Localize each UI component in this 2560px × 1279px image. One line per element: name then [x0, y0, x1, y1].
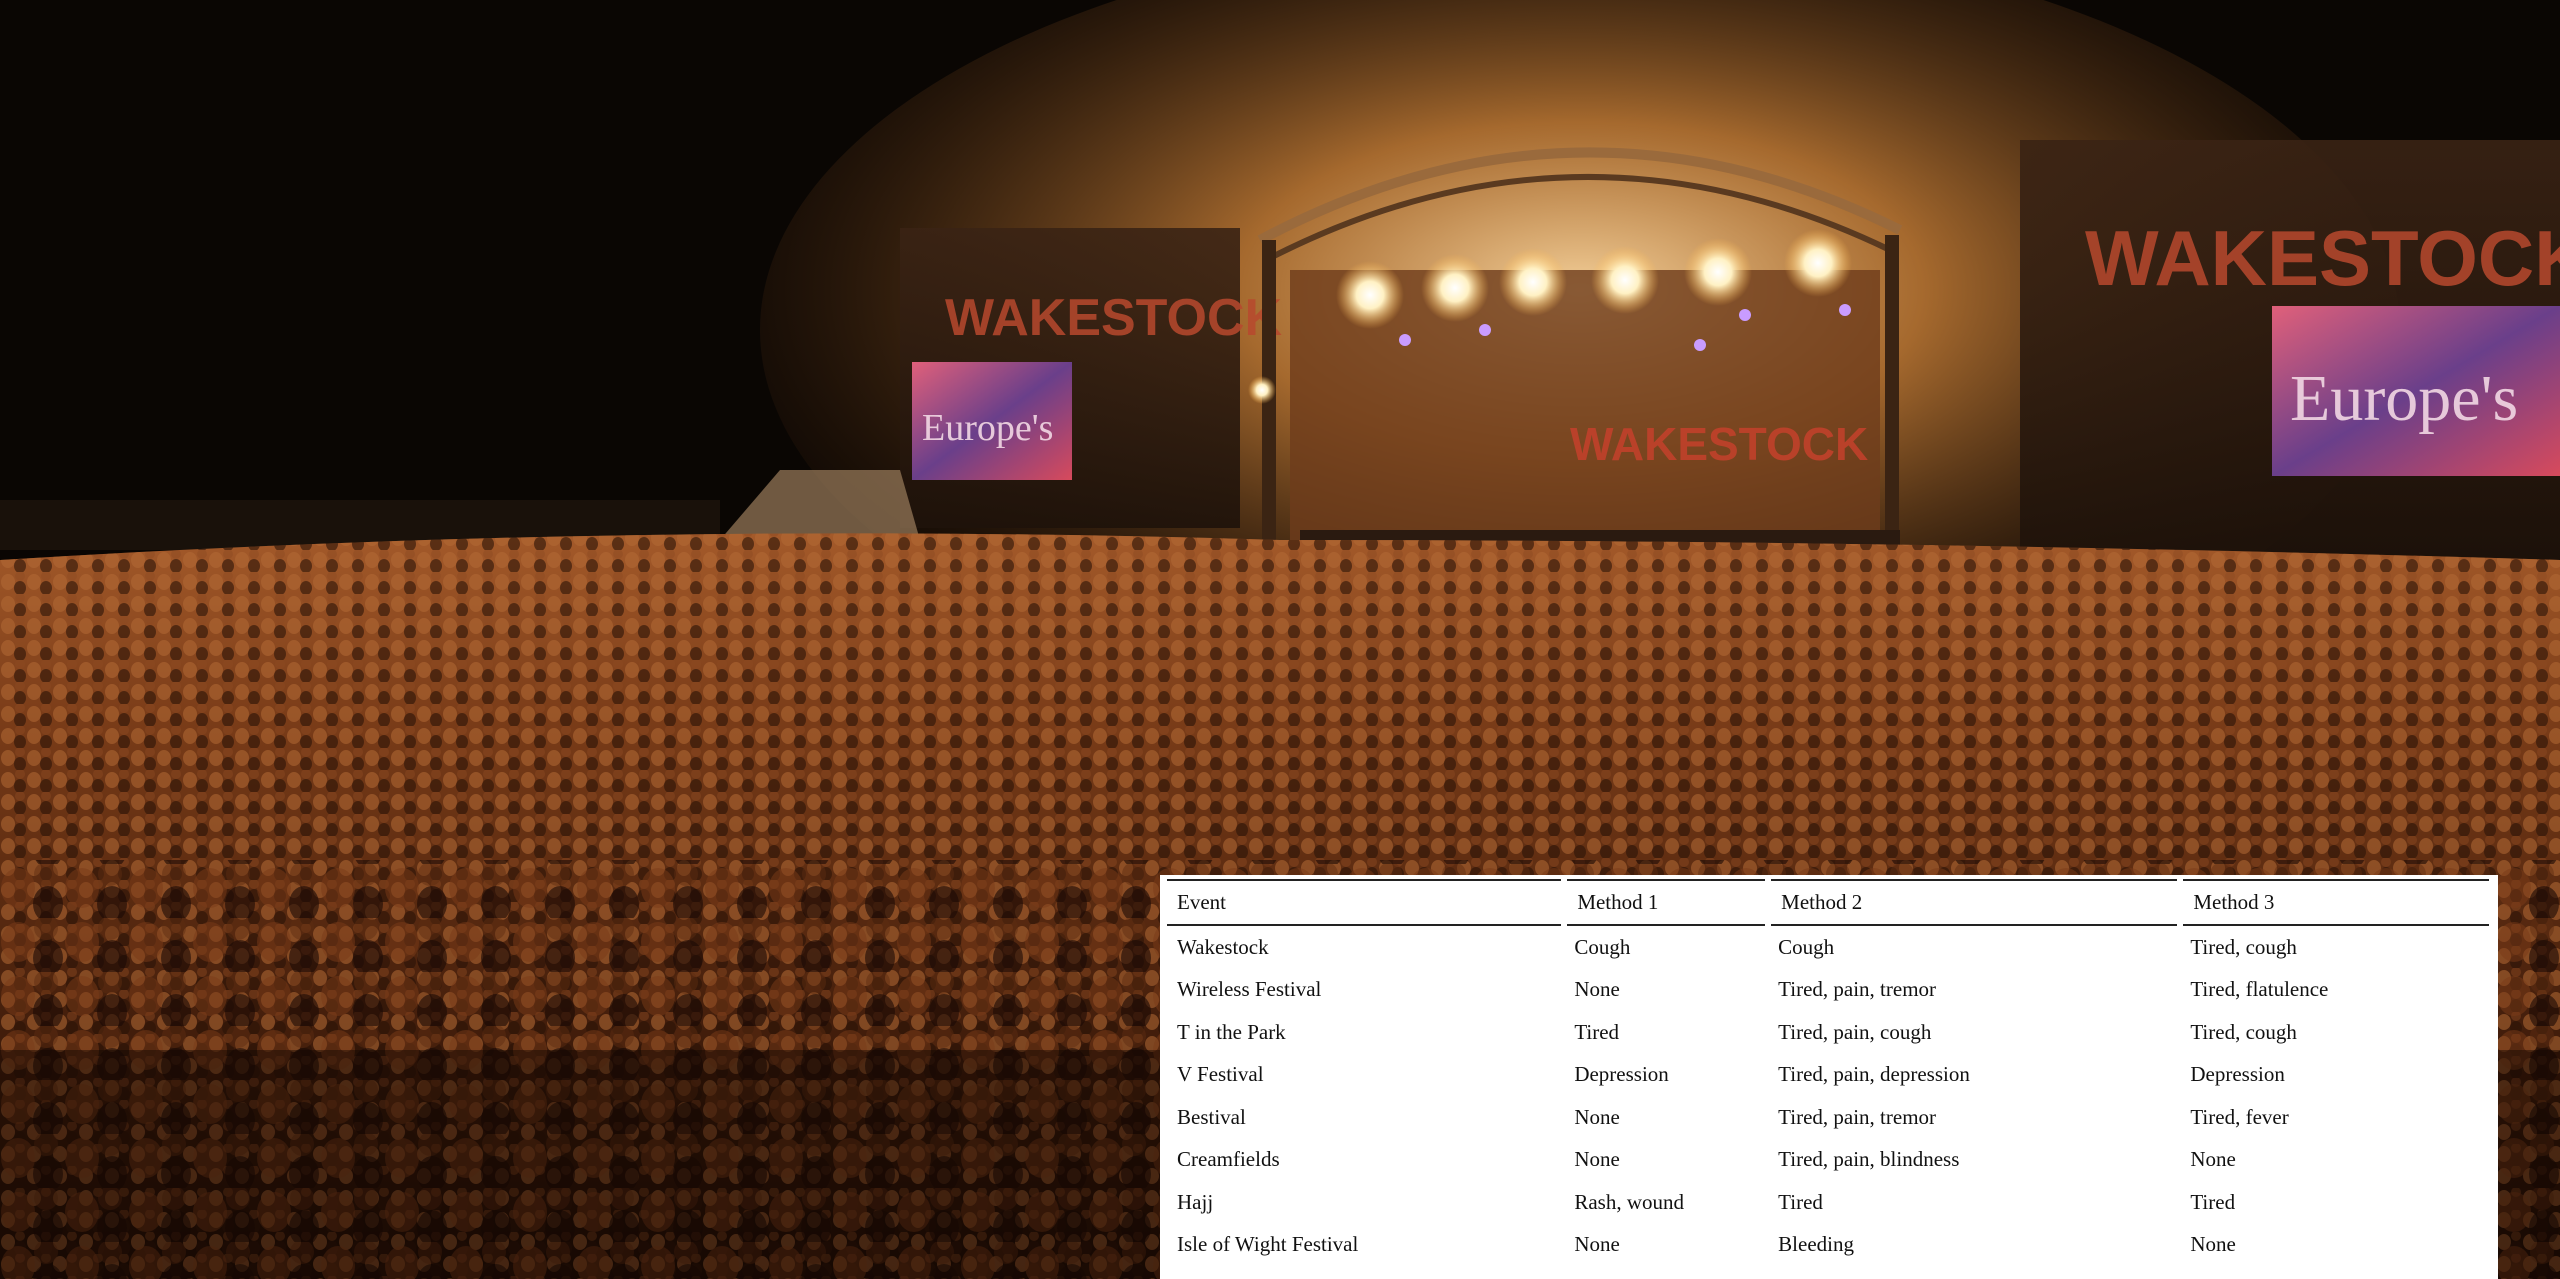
table-header-row: Event Method 1 Method 2 Method 3 — [1167, 879, 2489, 926]
table-row: V Festival Depression Tired, pain, depre… — [1167, 1054, 2489, 1097]
cell-event: Download Festival — [1167, 1266, 1564, 1279]
cell-event: Wakestock — [1177, 934, 1269, 959]
left-banner-text: WAKESTOCK — [945, 289, 1283, 347]
column-header-method-2: Method 2 — [1765, 879, 2181, 926]
table-row: Bestival None Tired, pain, tremor Tired,… — [1167, 1096, 2489, 1139]
table-row: Creamfields None Tired, pain, blindness … — [1167, 1139, 2489, 1182]
cell-method-3: Tired, cough — [2190, 934, 2297, 959]
table-row: Wakestock Cough Cough Tired, cough — [1167, 925, 2489, 969]
cell-event: Wireless Festival — [1177, 977, 1322, 1002]
cell-method-2: Bleeding — [1778, 1232, 1854, 1257]
cell-method-1: Depression — [1574, 1062, 1669, 1087]
cell-method-3: None — [2190, 1232, 2236, 1257]
cell-method-2: Tired, pain, cough — [1778, 1019, 1932, 1044]
cell-method-1: None — [1574, 977, 1620, 1002]
cell-event: Isle of Wight Festival — [1177, 1232, 1359, 1257]
cell-event: Creamfields — [1177, 1147, 1280, 1172]
cell-event: V Festival — [1177, 1062, 1264, 1087]
cell-method-2: Tired, pain, blindness — [1778, 1147, 1960, 1172]
cell-method-2: Tired, pain, tremor — [1778, 977, 1937, 1002]
spotlight-icon — [1784, 229, 1852, 297]
right-screen-text: Europe's — [2290, 362, 2518, 435]
column-header-method-1: Method 1 — [1561, 879, 1769, 926]
cell-method-2: Tired — [1778, 1189, 1823, 1214]
cell-method-2: Tired, pain, depression — [1778, 1062, 1970, 1087]
cell-method-3: Tired, fever — [2190, 1104, 2289, 1129]
table-row: Isle of Wight Festival None Bleeding Non… — [1167, 1224, 2489, 1267]
cell-method-1: None — [1574, 1232, 1620, 1257]
cell-event: Hajj — [1177, 1189, 1214, 1214]
cell-method-2: Tired, pain, tremor — [1778, 1104, 1937, 1129]
cell-method-2: None — [1768, 1266, 2180, 1279]
results-table: Event Method 1 Method 2 Method 3 Wakesto… — [1167, 879, 2489, 1279]
table-row: Wireless Festival None Tired, pain, trem… — [1167, 969, 2489, 1012]
spotlight-icon — [1591, 246, 1659, 314]
right-video-screen: Europe's — [2272, 306, 2560, 476]
spotlight-icon — [1684, 238, 1752, 306]
cell-event: T in the Park — [1177, 1019, 1286, 1044]
cell-method-3: None — [2180, 1266, 2489, 1279]
spotlight-icon — [1336, 261, 1404, 329]
cell-method-1: Rash, wound — [1574, 1189, 1684, 1214]
cell-method-1: Tired — [1574, 1019, 1620, 1044]
cell-method-3: Depression — [2190, 1062, 2285, 1087]
column-header-method-3: Method 3 — [2177, 879, 2489, 926]
right-banner-text: WAKESTOCK — [2085, 214, 2560, 302]
spotlight-icon — [1421, 254, 1489, 322]
cell-method-2: Cough — [1778, 934, 1835, 959]
column-header-event: Event — [1167, 879, 1565, 926]
left-video-screen: Europe's — [912, 362, 1072, 480]
spotlight-icon — [1499, 248, 1567, 316]
cell-method-1: None — [1564, 1266, 1768, 1279]
results-table-panel: Event Method 1 Method 2 Method 3 Wakesto… — [1160, 875, 2498, 1279]
cell-method-3: None — [2190, 1147, 2236, 1172]
cell-method-1: Cough — [1574, 934, 1631, 959]
table-row: T in the Park Tired Tired, pain, cough T… — [1167, 1011, 2489, 1054]
cell-event: Bestival — [1177, 1104, 1246, 1129]
table-row: Download Festival None None None — [1167, 1266, 2489, 1279]
cell-method-3: Tired — [2190, 1189, 2236, 1214]
left-screen-text: Europe's — [922, 407, 1053, 449]
table-row: Hajj Rash, wound Tired Tired — [1167, 1181, 2489, 1224]
stage-center-text: WAKESTOCK — [1570, 418, 1868, 470]
cell-method-3: Tired, cough — [2190, 1019, 2297, 1044]
cell-method-3: Tired, flatulence — [2190, 977, 2329, 1002]
cell-method-1: None — [1574, 1104, 1620, 1129]
cell-method-1: None — [1574, 1147, 1620, 1172]
